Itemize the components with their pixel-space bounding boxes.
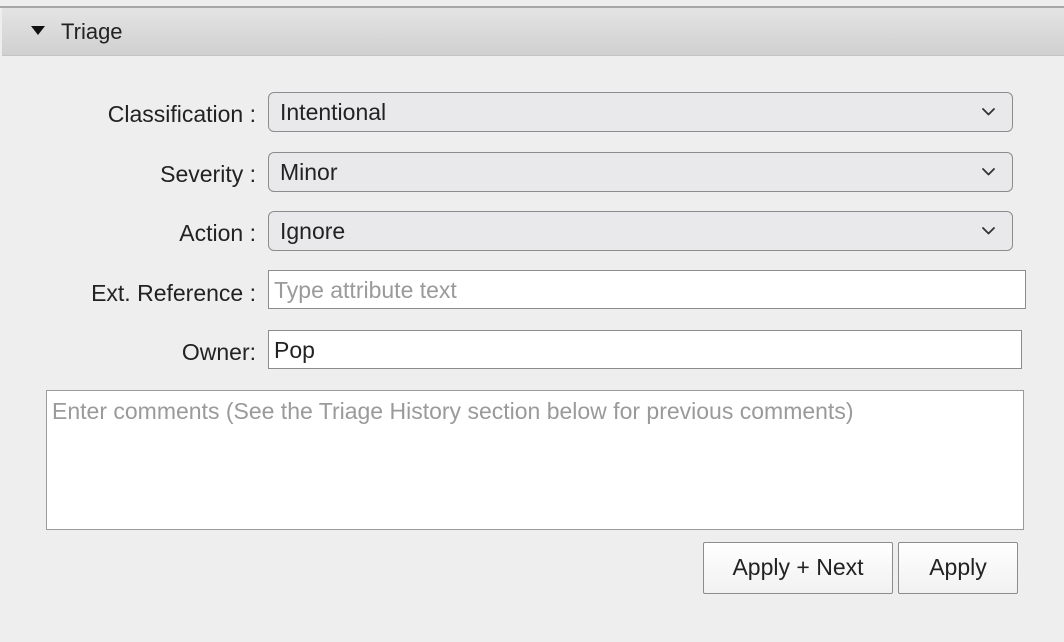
comments-placeholder: Enter comments (See the Triage History s… [52,398,854,424]
owner-value: Pop [274,337,315,363]
action-select[interactable]: Ignore [268,211,1013,251]
ext-reference-label: Ext. Reference : [91,280,256,306]
chevron-down-icon [982,108,995,116]
chevron-down-icon [982,227,995,235]
chevron-down-icon [982,168,995,176]
triangle-down-icon[interactable] [31,26,45,35]
comments-textarea[interactable]: Enter comments (See the Triage History s… [46,390,1024,530]
action-value: Ignore [280,218,346,244]
action-label: Action : [179,220,256,246]
triage-section-header[interactable]: Triage [2,8,1064,56]
ext-reference-input[interactable]: Type attribute text [268,270,1026,309]
owner-label: Owner: [181,339,256,365]
classification-value: Intentional [280,99,387,125]
severity-value: Minor [280,159,338,185]
section-title: Triage [61,19,123,44]
classification-select[interactable]: Intentional [268,92,1013,132]
ext-reference-placeholder: Type attribute text [274,277,457,303]
apply-next-button[interactable]: Apply + Next [703,542,893,594]
apply-button[interactable]: Apply [898,542,1018,594]
classification-label: Classification : [107,101,256,127]
severity-label: Severity : [160,161,256,187]
severity-select[interactable]: Minor [268,152,1013,192]
owner-input[interactable]: Pop [268,330,1022,369]
